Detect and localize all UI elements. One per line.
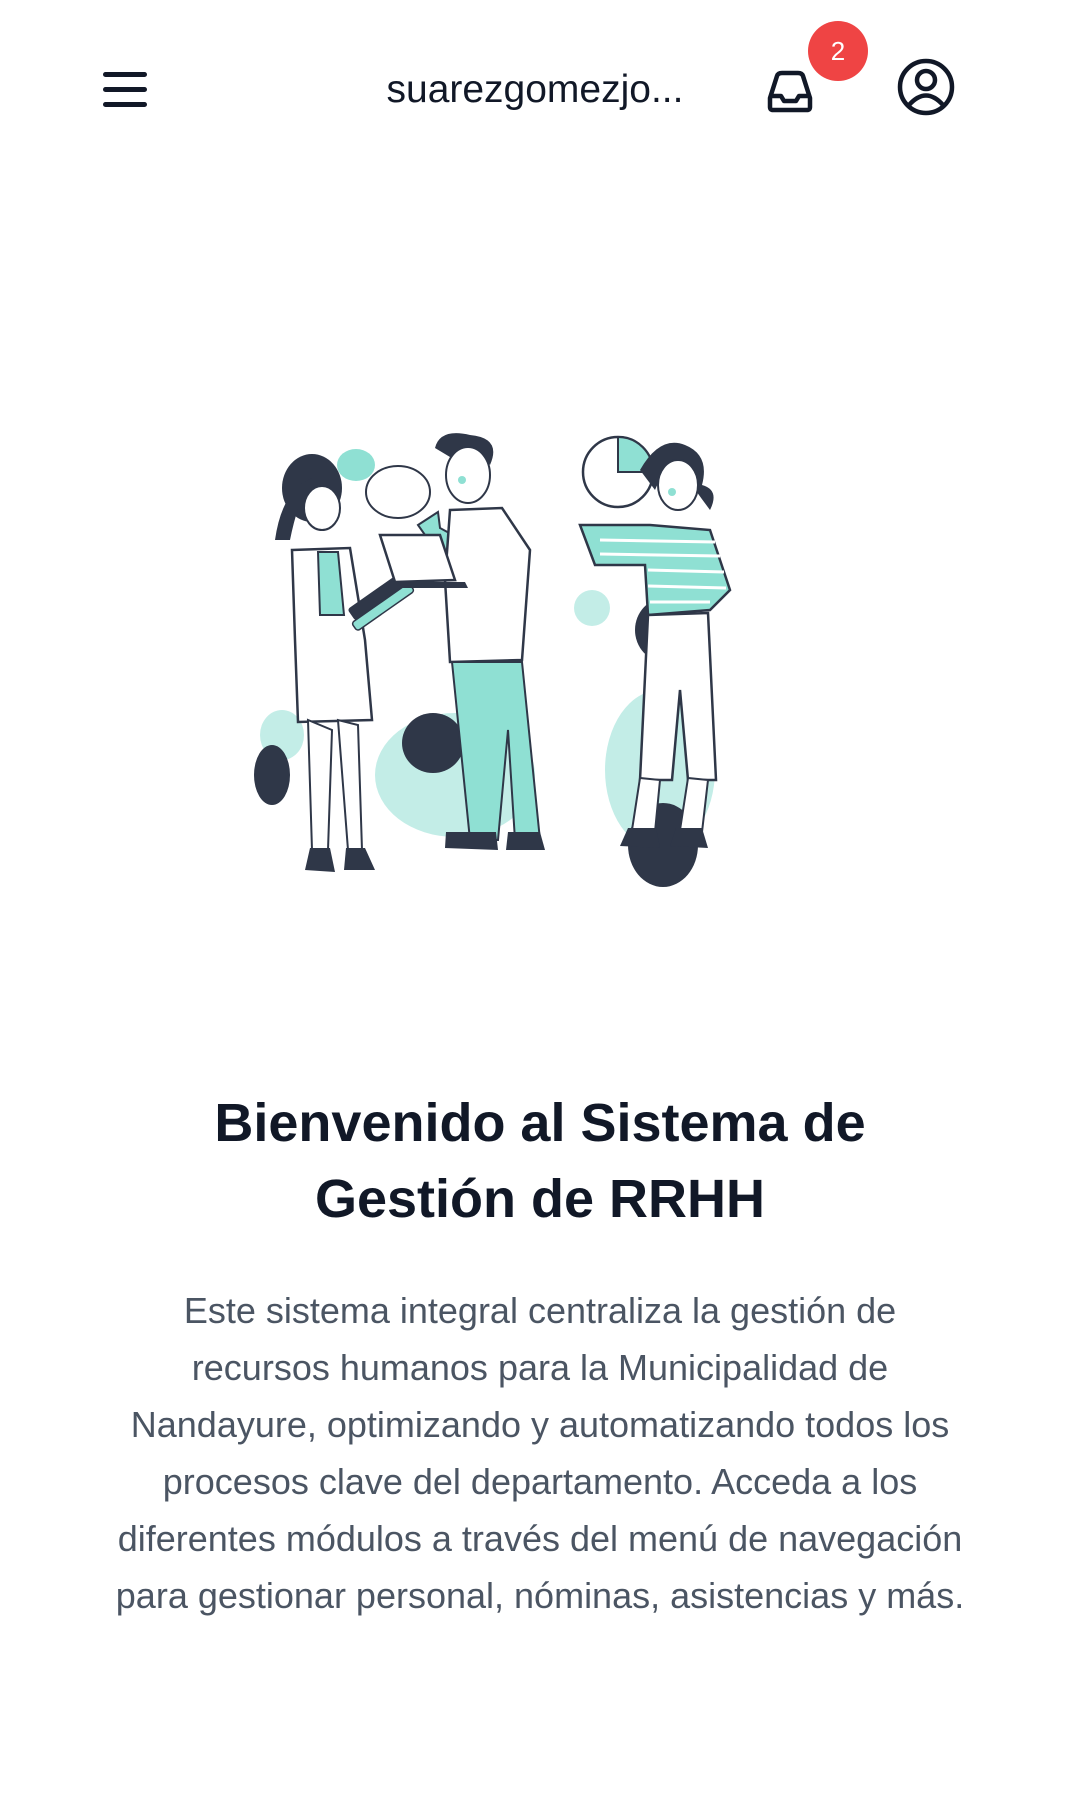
user-profile-button[interactable] <box>895 56 957 118</box>
team-collaboration-illustration <box>254 433 732 887</box>
notification-count-badge: 2 <box>808 21 868 81</box>
hamburger-menu-icon <box>103 72 147 107</box>
hamburger-menu-button[interactable] <box>95 62 155 117</box>
username-label: suarezgomezjo... <box>386 68 684 111</box>
welcome-title: Bienvenido al Sistema de Gestión de RRHH <box>214 1093 866 1229</box>
user-circle-icon <box>897 58 955 116</box>
welcome-description: Este sistema integral centraliza la gest… <box>115 1290 965 1616</box>
top-navigation-bar: suarezgomezjo... 2 <box>0 0 1080 175</box>
